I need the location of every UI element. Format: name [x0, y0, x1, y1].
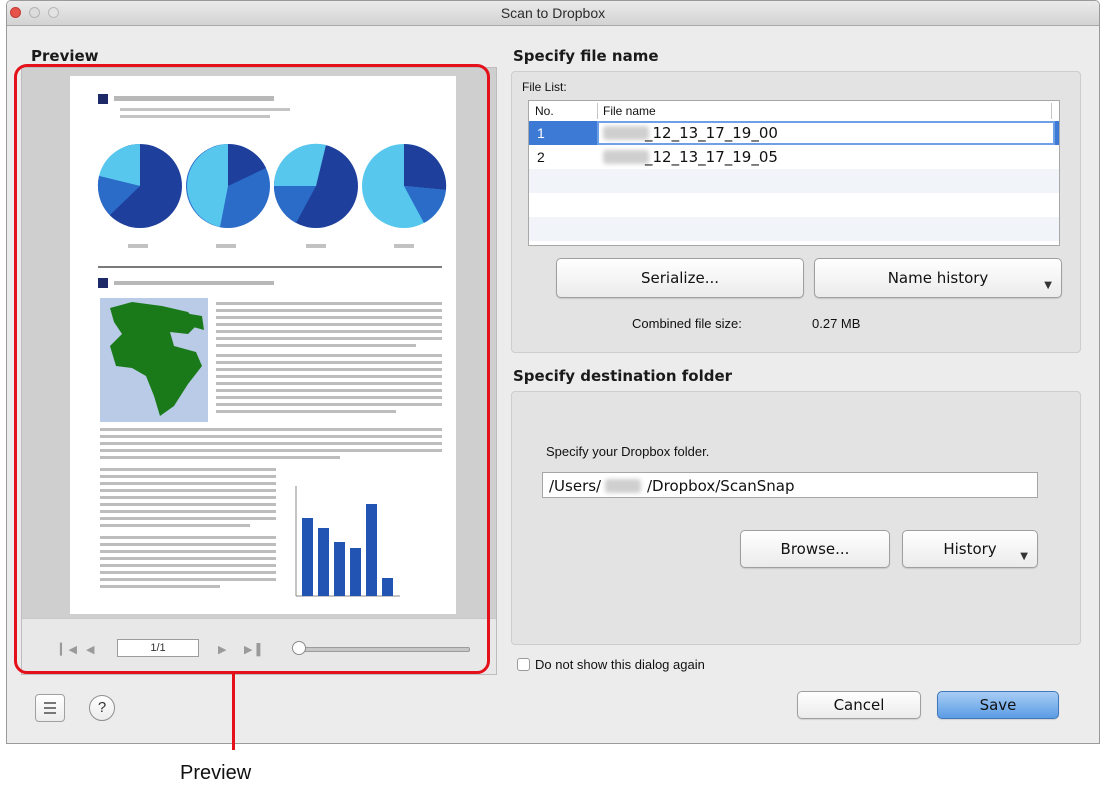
dont-show-again-checkbox[interactable]: [517, 658, 530, 671]
preview-panel: ▎◀ ◀ 1/1 ▶ ▶▐: [21, 67, 497, 675]
table-header: No. File name: [529, 101, 1059, 122]
zoom-slider-track[interactable]: [296, 647, 470, 652]
first-page-icon[interactable]: ▎◀: [60, 643, 77, 656]
file-name-text: _12_13_17_19_05: [645, 148, 778, 166]
file-name-edit-field[interactable]: _12_13_17_19_00: [597, 121, 1055, 145]
redacted-user-name: [605, 479, 641, 493]
browse-button-label: Browse...: [780, 540, 850, 558]
scanned-document-image: [97, 94, 447, 597]
combined-size-label: Combined file size:: [632, 316, 742, 331]
preview-page-thumbnail: [70, 76, 456, 614]
file-name-text: _12_13_17_19_00: [645, 124, 778, 142]
column-separator: [1051, 103, 1052, 119]
serialize-button[interactable]: Serialize...: [556, 258, 804, 298]
path-suffix-text: /Dropbox/ScanSnap: [647, 477, 795, 495]
next-page-icon[interactable]: ▶: [218, 643, 226, 656]
list-icon: [44, 702, 56, 704]
column-header-no[interactable]: No.: [535, 104, 554, 118]
redacted-name-prefix: [603, 126, 649, 140]
path-prefix-text: /Users/: [549, 477, 602, 495]
previous-page-icon[interactable]: ◀: [86, 643, 94, 656]
history-button[interactable]: History ▼: [902, 530, 1038, 568]
dont-show-again-label[interactable]: Do not show this dialog again: [535, 657, 705, 672]
save-button-label: Save: [979, 696, 1017, 714]
cancel-button-label: Cancel: [833, 696, 885, 714]
scan-to-dropbox-window: Scan to Dropbox Preview ▎◀ ◀ 1/1 ▶ ▶▐ Sp…: [6, 0, 1100, 744]
empty-table-row: [529, 217, 1059, 241]
serialize-button-label: Serialize...: [640, 269, 720, 287]
chevron-down-icon: ▼: [1044, 280, 1052, 291]
page-list-button[interactable]: [35, 694, 65, 722]
empty-table-row: [529, 193, 1059, 217]
destination-heading: Specify destination folder: [513, 367, 733, 385]
last-page-icon[interactable]: ▶▐: [244, 643, 260, 656]
preview-heading: Preview: [31, 47, 99, 65]
browse-button[interactable]: Browse...: [740, 530, 890, 568]
window-title: Scan to Dropbox: [500, 5, 606, 21]
title-bar[interactable]: Scan to Dropbox: [7, 1, 1099, 26]
save-button[interactable]: Save: [937, 691, 1059, 719]
table-row[interactable]: 1 _12_13_17_19_00: [529, 121, 1059, 145]
empty-table-row: [529, 169, 1059, 193]
destination-path-field[interactable]: /Users/ /Dropbox/ScanSnap: [542, 472, 1038, 498]
destination-panel: Specify your Dropbox folder. /Users/ /Dr…: [511, 391, 1081, 645]
zoom-slider-knob[interactable]: [292, 641, 306, 655]
row-number: 1: [537, 125, 545, 141]
file-list-table: No. File name 1 _12_13_17_19_00 2 _12_13…: [528, 100, 1060, 246]
file-name-heading: Specify file name: [513, 47, 659, 65]
table-row[interactable]: 2 _12_13_17_19_05: [529, 145, 1059, 169]
preview-navigation-bar: ▎◀ ◀ 1/1 ▶ ▶▐: [22, 618, 496, 674]
list-icon-line: [44, 712, 56, 714]
name-history-button[interactable]: Name history ▼: [814, 258, 1062, 298]
history-button-label: History: [943, 540, 997, 558]
help-icon[interactable]: ?: [89, 695, 115, 721]
column-header-file-name[interactable]: File name: [603, 104, 656, 118]
column-separator: [597, 103, 598, 119]
file-name-panel: File List: No. File name 1 _12_13_17_19_…: [511, 71, 1081, 353]
chevron-down-icon: ▼: [1020, 551, 1028, 562]
redacted-name-prefix: [603, 150, 649, 164]
name-history-button-label: Name history: [887, 269, 989, 287]
file-list-label: File List:: [522, 80, 567, 94]
callout-label: Preview: [180, 762, 252, 784]
cancel-button[interactable]: Cancel: [797, 691, 921, 719]
callout-line: [232, 674, 235, 750]
row-number: 2: [537, 149, 545, 165]
page-number-field[interactable]: 1/1: [117, 639, 199, 657]
destination-instruction: Specify your Dropbox folder.: [546, 444, 710, 459]
list-icon-line: [44, 707, 56, 709]
combined-size-value: 0.27 MB: [812, 316, 861, 331]
